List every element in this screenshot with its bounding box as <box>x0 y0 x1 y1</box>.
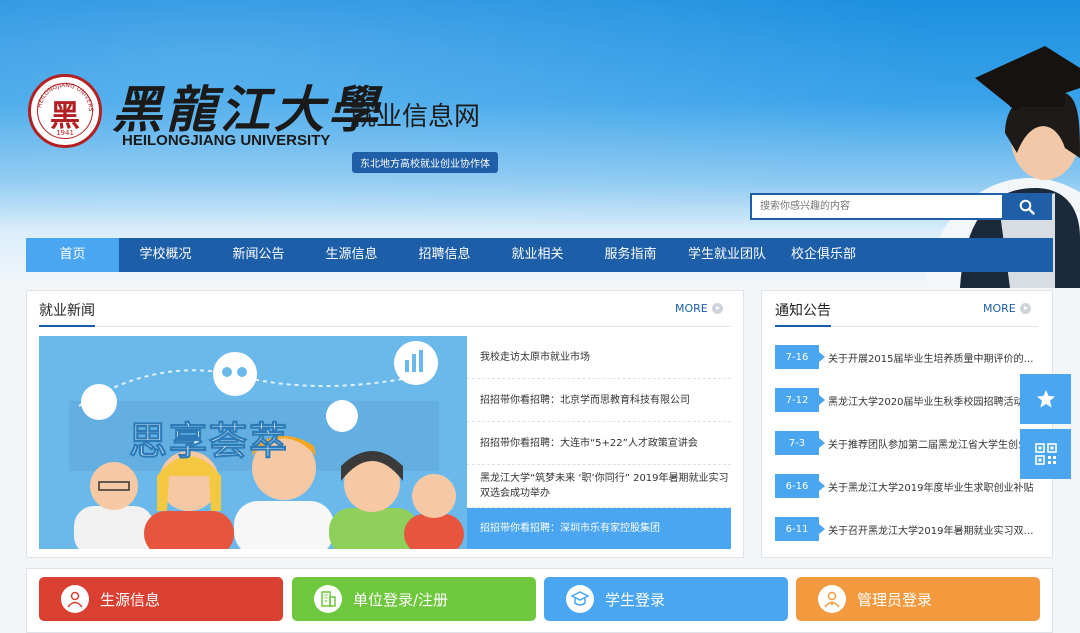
search-button[interactable] <box>1002 193 1052 220</box>
news-item[interactable]: 招招带你看招聘：北京学而思教育科技有限公司 <box>467 379 731 422</box>
admin-login-label: 管理员登录 <box>857 590 933 609</box>
building-icon <box>314 585 342 613</box>
admin-login-button[interactable]: 管理员登录 <box>796 577 1040 621</box>
employer-login-label: 单位登录/注册 <box>353 590 449 609</box>
news-title-underline <box>39 325 95 327</box>
qrcode-float-button[interactable] <box>1020 429 1071 479</box>
news-item[interactable]: 招招带你看招聘：大连市“5+22”人才政策宣讲会 <box>467 422 731 465</box>
notice-more-label: MORE <box>983 302 1016 315</box>
news-item-highlighted[interactable]: 招招带你看招聘：深圳市乐有家控股集团 <box>467 508 731 549</box>
main-nav: 首页 学校概况 新闻公告 生源信息 招聘信息 就业相关 服务指南 学生就业团队 … <box>26 238 1053 272</box>
news-item[interactable]: 黑龙江大学“筑梦未来 ‘职’你同行” 2019年暑期就业实习双选会成功举办 <box>467 465 731 508</box>
nav-employment[interactable]: 就业相关 <box>491 238 584 272</box>
notice-item[interactable]: 6-11 关于召开黑龙江大学2019年暑期就业实习双选会 <box>775 517 1038 541</box>
banner-caption: 思享荟萃 <box>128 419 290 464</box>
person-icon <box>61 585 89 613</box>
student-login-label: 学生登录 <box>605 590 666 609</box>
notice-item[interactable]: 6-16 关于黑龙江大学2019年度毕业生求职创业补贴 <box>775 474 1038 498</box>
notice-item[interactable]: 7-3 关于推荐团队参加第二届黑龙江省大学生创业 <box>775 431 1038 455</box>
notice-item[interactable]: 7-16 关于开展2015届毕业生培养质量中期评价的通知 <box>775 345 1038 369</box>
university-english-name: HEILONGJIANG UNIVERSITY <box>122 132 331 149</box>
nav-school-overview[interactable]: 学校概况 <box>119 238 212 272</box>
nav-student-source[interactable]: 生源信息 <box>305 238 398 272</box>
student-source-label: 生源信息 <box>100 590 161 609</box>
favorite-float-button[interactable] <box>1020 374 1071 424</box>
admin-person-icon <box>818 585 846 613</box>
notice-text: 关于开展2015届毕业生培养质量中期评价的通知 <box>828 353 1038 365</box>
nav-news-notices[interactable]: 新闻公告 <box>212 238 305 272</box>
notice-date: 7-3 <box>775 431 825 455</box>
nav-recruitment[interactable]: 招聘信息 <box>398 238 491 272</box>
chevron-right-icon <box>1019 303 1031 314</box>
notice-title: 通知公告 <box>775 303 831 319</box>
news-more-label: MORE <box>675 302 708 315</box>
nav-home[interactable]: 首页 <box>26 238 119 272</box>
student-login-button[interactable]: 学生登录 <box>544 577 788 621</box>
notice-title-underline <box>775 325 831 327</box>
news-divider <box>39 326 731 327</box>
notice-text: 黑龙江大学2020届毕业生秋季校园招聘活动 <box>828 396 1024 408</box>
notice-text: 关于召开黑龙江大学2019年暑期就业实习双选会 <box>828 525 1038 537</box>
site-title: 就业信息网 <box>350 102 481 132</box>
alliance-badge: 东北地方高校就业创业协作体 <box>352 152 498 173</box>
news-item[interactable]: 我校走访太原市就业市场 <box>467 336 731 379</box>
qrcode-icon <box>1034 443 1057 465</box>
seal-year: 1941 <box>56 129 74 137</box>
notice-text: 关于推荐团队参加第二届黑龙江省大学生创业 <box>828 439 1028 451</box>
notice-date: 6-11 <box>775 517 825 541</box>
search-icon <box>1019 199 1035 215</box>
search-input[interactable] <box>750 193 1002 220</box>
student-source-button[interactable]: 生源信息 <box>39 577 283 621</box>
nav-service-guide[interactable]: 服务指南 <box>584 238 677 272</box>
notice-more-link[interactable]: MORE <box>983 302 1031 315</box>
employer-login-button[interactable]: 单位登录/注册 <box>292 577 536 621</box>
notice-date: 7-16 <box>775 345 825 369</box>
star-icon <box>1036 390 1055 408</box>
search-bar <box>750 193 1052 220</box>
notice-date: 7-12 <box>775 388 825 412</box>
news-more-link[interactable]: MORE <box>675 302 723 315</box>
chevron-right-icon <box>711 303 723 314</box>
notice-text: 关于黑龙江大学2019年度毕业生求职创业补贴 <box>828 482 1034 494</box>
university-seal-logo: HEILONGJIANG UNIVERSITY 黑 1941 <box>28 74 102 148</box>
nav-enterprise-club[interactable]: 校企俱乐部 <box>777 238 870 272</box>
news-banner-image[interactable]: 思享荟萃 <box>39 336 467 549</box>
nav-student-team[interactable]: 学生就业团队 <box>677 238 777 272</box>
notice-item[interactable]: 7-12 黑龙江大学2020届毕业生秋季校园招聘活动 <box>775 388 1038 412</box>
notice-date: 6-16 <box>775 474 825 498</box>
news-title: 就业新闻 <box>39 303 95 319</box>
graduate-cap-icon <box>566 585 594 613</box>
